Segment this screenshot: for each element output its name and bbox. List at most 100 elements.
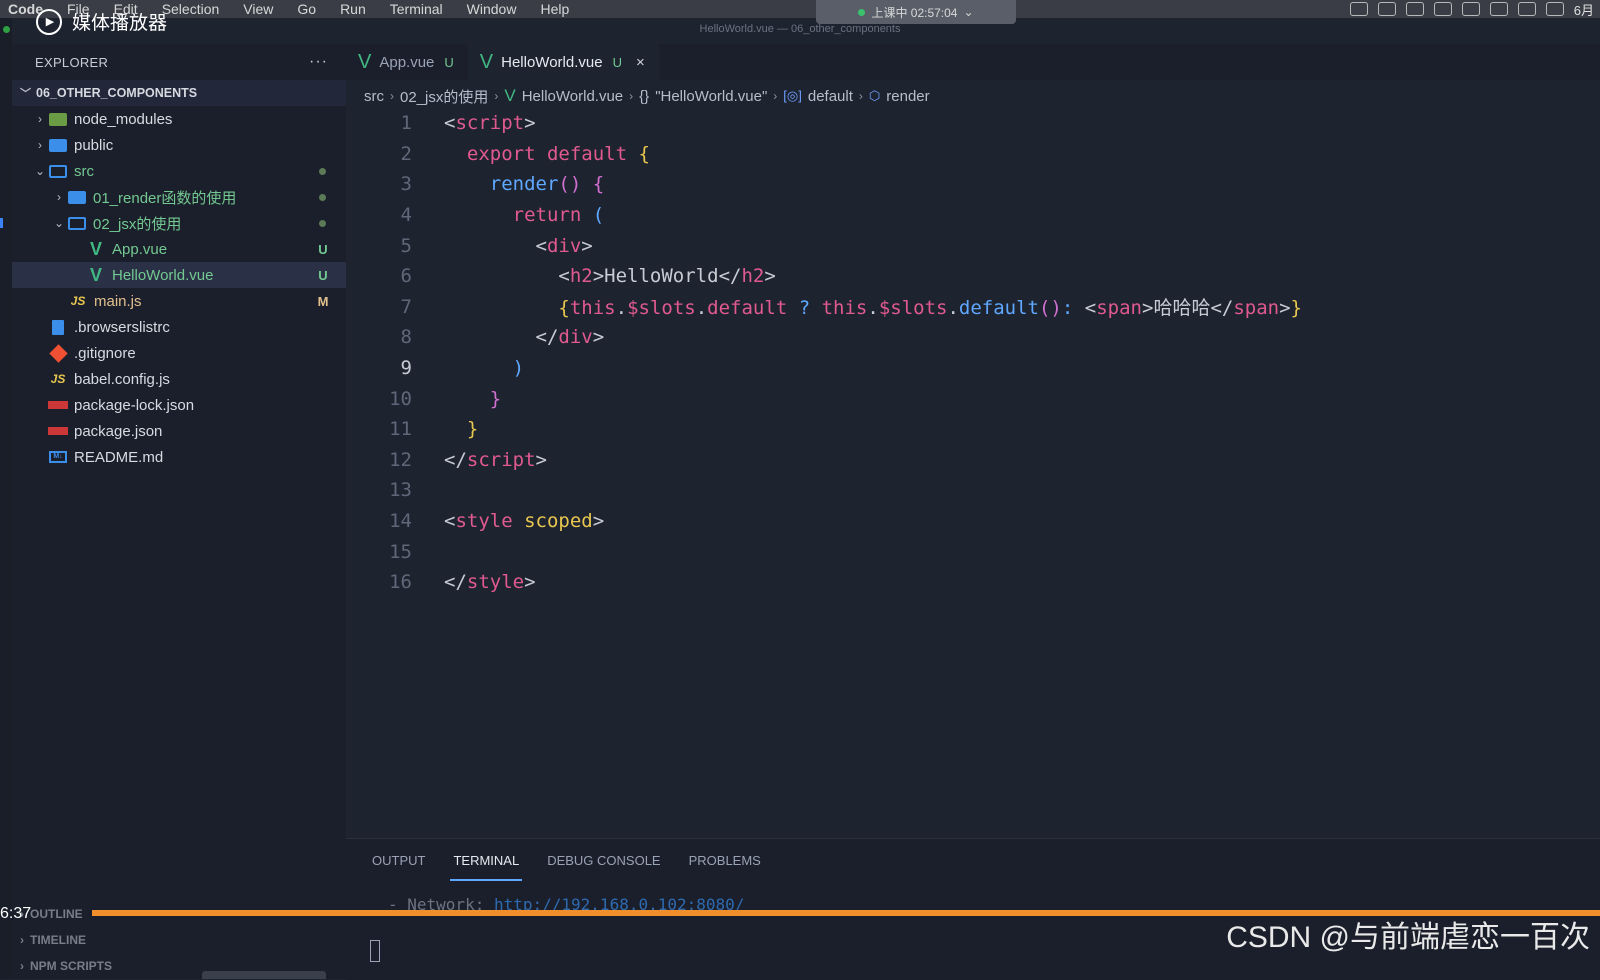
chevron-down-icon: ﹀ <box>20 88 31 100</box>
app-grid-icon[interactable] <box>1405 2 1424 16</box>
date-label: 6月 <box>1573 2 1594 18</box>
menu-help[interactable]: Help <box>528 0 581 18</box>
tree-item-label: src <box>74 162 94 180</box>
tree-item-02-jsx[interactable]: ⌄ 02_jsx的使用 <box>12 210 346 236</box>
tree-item-label: babel.config.js <box>74 370 170 388</box>
vue-icon: V <box>89 238 102 259</box>
bottom-panel: OUTPUT TERMINAL DEBUG CONSOLE PROBLEMS -… <box>346 838 1600 980</box>
chevron-down-icon: ⌄ <box>53 216 65 230</box>
tree-item-label: main.js <box>94 292 142 310</box>
markdown-icon: M↓ <box>48 451 68 463</box>
tree-item-node-modules[interactable]: › node_modules <box>12 106 346 132</box>
tree-item-01-render[interactable]: › 01_render函数的使用 <box>12 184 346 210</box>
explorer-header: EXPLORER ··· <box>12 44 346 80</box>
tree-item-public[interactable]: › public <box>12 132 346 158</box>
menu-window[interactable]: Window <box>455 0 529 18</box>
close-icon[interactable]: × <box>636 54 645 71</box>
tree-item-helloworld-vue[interactable]: V HelloWorld.vue U <box>12 262 346 288</box>
menu-terminal[interactable]: Terminal <box>378 0 455 18</box>
chevron-right-icon: › <box>38 138 42 152</box>
section-label: TIMELINE <box>30 933 86 947</box>
modified-dot-icon <box>319 167 326 175</box>
tree-item-package-lock[interactable]: package-lock.json <box>12 392 346 418</box>
tree-item-gitignore[interactable]: .gitignore <box>12 340 346 366</box>
menu-go[interactable]: Go <box>285 0 328 18</box>
tab-output[interactable]: OUTPUT <box>372 839 425 881</box>
tree-item-app-vue[interactable]: V App.vue U <box>12 236 346 262</box>
more-actions-icon[interactable]: ··· <box>309 53 328 71</box>
chevron-right-icon: › <box>858 89 863 103</box>
line-number: 16 <box>389 571 412 594</box>
tree-item-readme[interactable]: M↓ README.md <box>12 444 346 470</box>
line-number: 6 <box>400 265 412 288</box>
code-line: 4 return ( <box>346 200 1600 231</box>
tree-item-src[interactable]: ⌄ src <box>12 158 346 184</box>
class-timer[interactable]: 上课中 02:57:04 ⌄ <box>816 0 1016 24</box>
line-number: 10 <box>389 387 412 410</box>
code-editor[interactable]: 1 <script> 2 export default { 3 render() … <box>346 108 1600 598</box>
tab-terminal[interactable]: TERMINAL <box>450 839 522 881</box>
line-number: 12 <box>389 448 412 471</box>
input-method-icon[interactable] <box>1461 2 1480 16</box>
code-line: 15 <box>346 536 1600 567</box>
breadcrumb-method[interactable]: render <box>886 88 929 105</box>
explorer-title: EXPLORER <box>35 54 109 70</box>
tab-helloworld-vue[interactable]: V HelloWorld.vue U × <box>467 44 659 80</box>
app-p-icon[interactable] <box>1377 2 1396 16</box>
line-number: 11 <box>389 418 412 441</box>
explorer-sidebar: EXPLORER ··· ﹀ 06_OTHER_COMPONENTS › nod… <box>12 44 346 979</box>
git-status-badge: U <box>612 54 622 70</box>
vue-icon: V <box>504 86 516 105</box>
breadcrumb-src[interactable]: src <box>364 88 384 105</box>
breadcrumb-section[interactable]: "HelloWorld.vue" <box>655 88 767 105</box>
line-number: 7 <box>400 295 412 318</box>
tree-item-label: .browserslistrc <box>74 318 170 336</box>
line-number: 8 <box>400 326 412 349</box>
menu-view[interactable]: View <box>231 0 285 18</box>
code-line: 12 </script> <box>346 445 1600 476</box>
tree-item-browserslistrc[interactable]: .browserslistrc <box>12 314 346 340</box>
section-label: OUTLINE <box>30 907 83 921</box>
microphone-icon[interactable] <box>1433 2 1452 16</box>
folder-icon <box>67 190 87 204</box>
recording-dot-icon <box>858 8 866 16</box>
breadcrumb: src › 02_jsx的使用 › V HelloWorld.vue › {} … <box>364 84 930 108</box>
breadcrumb-symbol[interactable]: default <box>808 88 853 105</box>
code-line: 7 {this.$slots.default ? this.$slots.def… <box>346 292 1600 323</box>
terminal-cursor[interactable] <box>370 940 380 962</box>
symbol-field-icon: [◎] <box>783 88 802 103</box>
screen-record-icon[interactable] <box>1349 2 1368 16</box>
tree-item-babel-config[interactable]: JS babel.config.js <box>12 366 346 392</box>
code-line: 13 <box>346 475 1600 506</box>
npm-icon <box>48 401 68 409</box>
code-line: 1 <script> <box>346 108 1600 139</box>
modified-dot-icon <box>319 193 326 201</box>
code-line: 16 </style> <box>346 567 1600 598</box>
workspace-root[interactable]: ﹀ 06_OTHER_COMPONENTS <box>12 80 346 106</box>
vue-icon: V <box>479 50 494 73</box>
js-icon: JS <box>50 372 66 386</box>
tab-app-vue[interactable]: V App.vue U <box>346 44 468 80</box>
code-line: 14 <style scoped> <box>346 506 1600 537</box>
tree-item-label: App.vue <box>112 240 168 258</box>
tab-problems[interactable]: PROBLEMS <box>689 839 761 881</box>
breadcrumb-folder[interactable]: 02_jsx的使用 <box>400 86 488 107</box>
sync-icon[interactable] <box>1489 2 1508 16</box>
tab-debug-console[interactable]: DEBUG CONSOLE <box>547 839 660 881</box>
npm-scripts-button[interactable] <box>202 971 326 979</box>
wifi-icon[interactable] <box>1545 2 1564 16</box>
line-number: 1 <box>400 112 412 135</box>
folder-open-icon <box>67 216 87 230</box>
section-timeline[interactable]: › TIMELINE <box>12 927 346 953</box>
braces-icon: {} <box>639 87 650 105</box>
chevron-right-icon: › <box>57 190 61 204</box>
tab-label: App.vue <box>379 53 435 71</box>
code-line: 6 <h2>HelloWorld</h2> <box>346 261 1600 292</box>
tree-item-label: 01_render函数的使用 <box>93 189 237 207</box>
menu-run[interactable]: Run <box>328 0 378 18</box>
folder-icon <box>48 138 68 152</box>
breadcrumb-file[interactable]: HelloWorld.vue <box>522 88 623 105</box>
tree-item-main-js[interactable]: JS main.js M <box>12 288 346 314</box>
bluetooth-icon[interactable] <box>1517 2 1536 16</box>
tree-item-package-json[interactable]: package.json <box>12 418 346 444</box>
